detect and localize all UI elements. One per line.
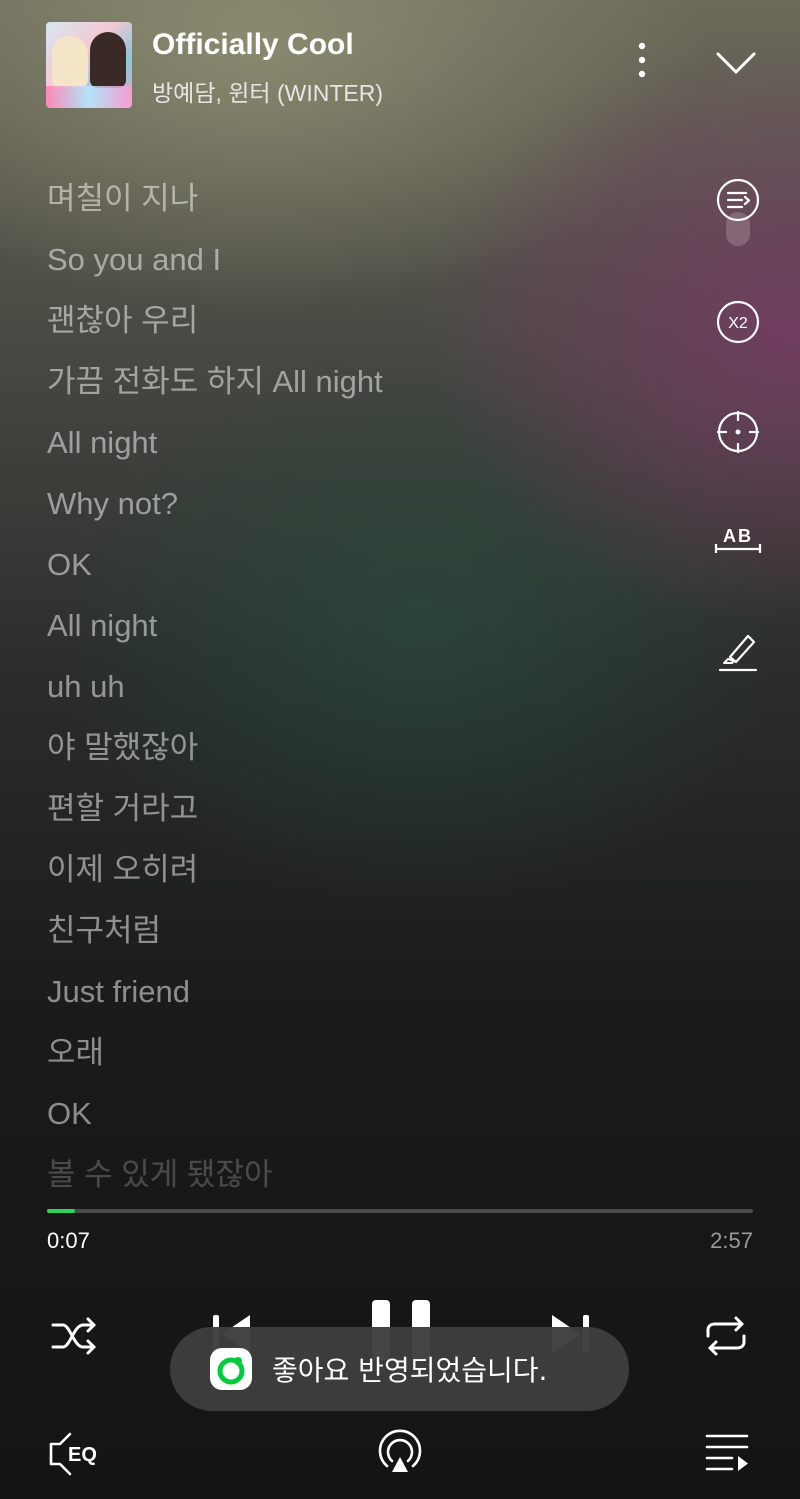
repeat-icon	[706, 1316, 746, 1356]
lyric-line[interactable]: 편할 거라고	[47, 778, 687, 839]
cast-button[interactable]	[376, 1428, 424, 1476]
more-vertical-icon	[638, 42, 646, 78]
lyrics-panel[interactable]: 며칠이 지나 So you and I 괜찮아 우리 가끔 전화도 하지 All…	[47, 168, 687, 1205]
repeat-button[interactable]	[702, 1314, 750, 1358]
lyric-line[interactable]: 친구처럼	[47, 900, 687, 961]
collapse-button[interactable]	[712, 44, 760, 80]
lyric-line[interactable]: So you and I	[47, 229, 687, 290]
playlist-icon	[705, 1434, 749, 1471]
more-options-button[interactable]	[626, 40, 658, 80]
shuffle-button[interactable]	[50, 1316, 98, 1356]
lyric-line[interactable]: OK	[47, 1083, 687, 1144]
toast-notification: 좋아요 반영되었습니다.	[170, 1327, 629, 1411]
lyric-line[interactable]: 야 말했잖아	[47, 717, 687, 778]
cast-icon	[378, 1429, 422, 1472]
lyric-line[interactable]: 볼 수 있게 됐잖아	[47, 1144, 687, 1205]
speed-button[interactable]: X2	[714, 298, 762, 346]
lyric-line[interactable]: Why not?	[47, 473, 687, 534]
lyric-line[interactable]: 이제 오히려	[47, 839, 687, 900]
highlight-button[interactable]	[714, 626, 762, 674]
toast-message: 좋아요 반영되었습니다.	[272, 1354, 548, 1387]
artist-name[interactable]: 방예담, 윈터 (WINTER)	[152, 74, 383, 108]
translate-button[interactable]: AB	[714, 518, 762, 566]
lyric-line[interactable]: 괜찮아 우리	[47, 290, 687, 351]
crosshair-icon	[717, 411, 759, 453]
eq-icon: EQ	[49, 1432, 97, 1476]
playlist-button[interactable]	[704, 1432, 750, 1474]
translate-icon: AB	[714, 526, 762, 553]
current-time: 0:07	[47, 1228, 90, 1253]
album-art[interactable]	[46, 22, 132, 108]
highlighter-icon	[718, 634, 758, 672]
focus-button[interactable]	[714, 408, 762, 456]
lyric-line[interactable]: All night	[47, 412, 687, 473]
lyric-line[interactable]: 오래	[47, 1022, 687, 1083]
eq-label: EQ	[68, 1444, 97, 1466]
lyric-line[interactable]: 며칠이 지나	[47, 168, 687, 229]
song-title[interactable]: Officially Cool	[152, 28, 354, 62]
lyric-line[interactable]: OK	[47, 534, 687, 595]
eq-button[interactable]: EQ	[48, 1430, 108, 1478]
translate-label: AB	[723, 526, 753, 546]
total-time: 2:57	[710, 1228, 753, 1253]
tool-scroll-indicator[interactable]	[726, 212, 750, 246]
progress-bar[interactable]	[47, 1209, 753, 1213]
melon-icon	[210, 1348, 252, 1390]
speed-icon: X2	[716, 300, 760, 344]
progress-fill	[47, 1209, 76, 1213]
speed-label: X2	[728, 315, 748, 332]
lyric-line[interactable]: Just friend	[47, 961, 687, 1022]
shuffle-icon	[51, 1317, 96, 1355]
lyric-line[interactable]: uh uh	[47, 656, 687, 717]
lyric-line[interactable]: All night	[47, 595, 687, 656]
chevron-down-icon	[716, 52, 756, 74]
lyric-line[interactable]: 가끔 전화도 하지 All night	[47, 351, 687, 412]
